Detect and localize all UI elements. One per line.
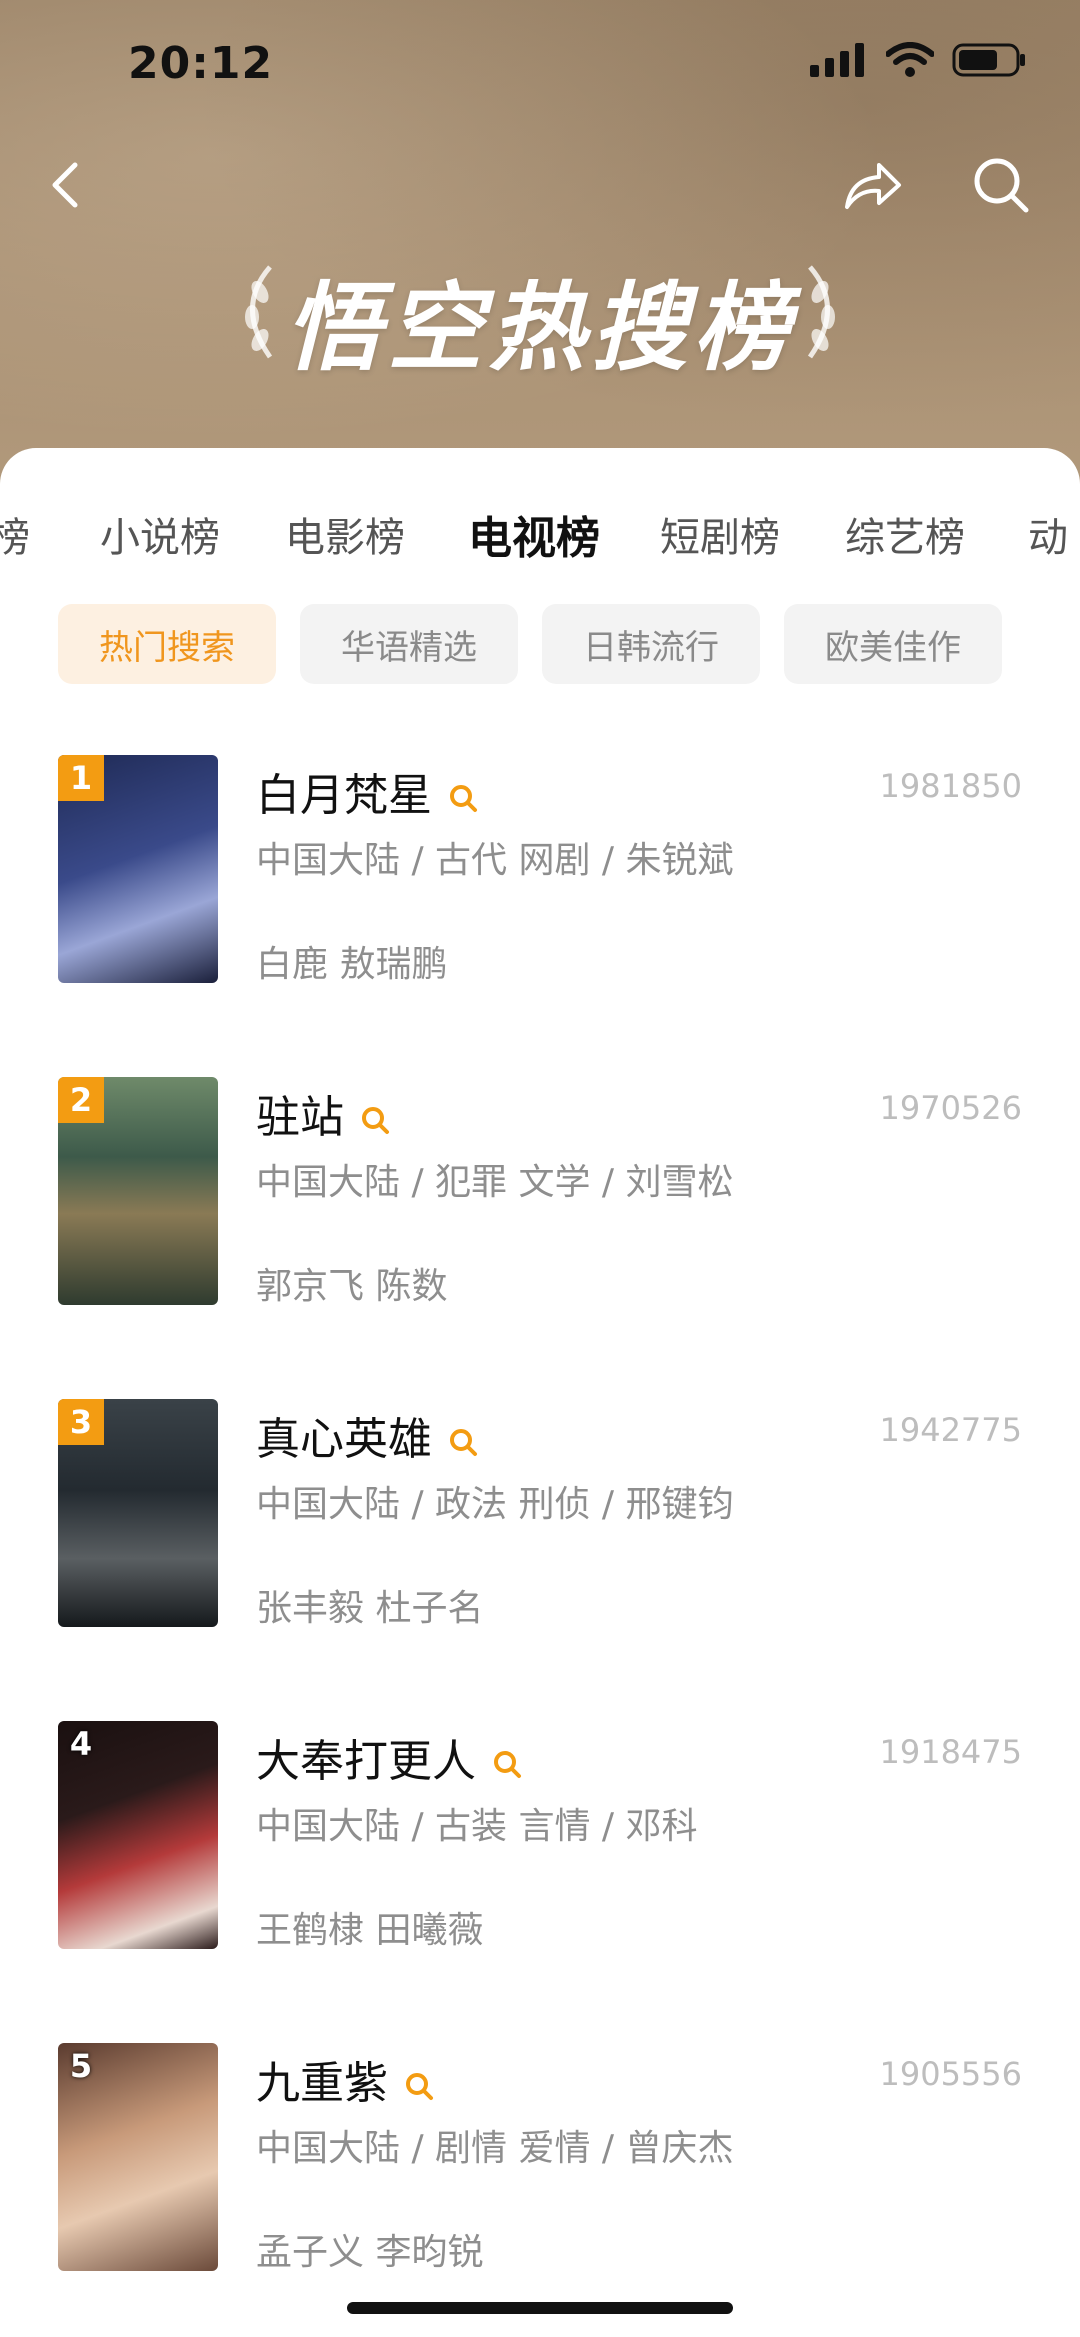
back-icon xyxy=(52,162,78,208)
item-meta: 中国大陆 / 剧情 爱情 / 曾庆杰 xyxy=(256,2128,734,2169)
item-cast: 郭京飞 陈数 xyxy=(256,1266,448,1307)
status-icons xyxy=(810,42,1028,78)
search-icon xyxy=(362,1107,389,1134)
item-cast: 白鹿 敖瑞鹏 xyxy=(256,944,448,985)
home-indicator[interactable] xyxy=(347,2302,733,2314)
item-title: 白月梵星 xyxy=(256,759,478,823)
tab-partial-left[interactable]: 榜 xyxy=(0,505,30,563)
tab-short-drama[interactable]: 短剧榜 xyxy=(660,505,780,563)
item-title: 九重紫 xyxy=(256,2047,434,2111)
battery-icon xyxy=(952,43,1025,77)
item-cast: 王鹤棣 田曦薇 xyxy=(256,1910,484,1951)
list-item[interactable]: 5 九重紫 1905556 中国大陆 / 剧情 爱情 / 曾庆杰 孟子义 李昀锐 xyxy=(0,2043,1080,2303)
chip-hot-search[interactable]: 热门搜索 xyxy=(58,604,276,684)
list-item[interactable]: 4 大奉打更人 1918475 中国大陆 / 古装 言情 / 邓科 王鹤棣 田曦… xyxy=(0,1721,1080,1981)
item-title: 真心英雄 xyxy=(256,1403,478,1467)
hot-score: 1942775 xyxy=(879,1411,1022,1449)
chip-chinese[interactable]: 华语精选 xyxy=(300,604,518,684)
tab-partial-right[interactable]: 动 xyxy=(1028,505,1068,563)
item-meta: 中国大陆 / 犯罪 文学 / 刘雪松 xyxy=(256,1162,734,1203)
wifi-icon xyxy=(886,42,934,77)
back-button[interactable] xyxy=(30,150,100,220)
search-button[interactable] xyxy=(966,150,1036,220)
poster-image: 3 xyxy=(58,1399,218,1627)
rank-badge: 1 xyxy=(58,755,104,801)
hot-score: 1905556 xyxy=(879,2055,1022,2093)
hot-score: 1981850 xyxy=(879,767,1022,805)
page-title: 悟空热搜榜 xyxy=(285,272,795,384)
list-item[interactable]: 1 白月梵星 1981850 中国大陆 / 古代 网剧 / 朱锐斌 白鹿 敖瑞鹏 xyxy=(0,755,1080,1015)
tab-novel[interactable]: 小说榜 xyxy=(100,505,220,563)
list-item[interactable]: 2 驻站 1970526 中国大陆 / 犯罪 文学 / 刘雪松 郭京飞 陈数 xyxy=(0,1077,1080,1337)
tab-variety[interactable]: 综艺榜 xyxy=(845,505,965,563)
item-cast: 孟子义 李昀锐 xyxy=(256,2232,484,2273)
rank-badge: 4 xyxy=(69,1725,93,1763)
tab-movie[interactable]: 电影榜 xyxy=(285,505,405,563)
chip-jpkr[interactable]: 日韩流行 xyxy=(542,604,760,684)
rank-badge: 2 xyxy=(58,1077,104,1123)
search-icon xyxy=(450,785,477,812)
hot-score: 1970526 xyxy=(879,1089,1022,1127)
header-banner: 20:12 悟空热搜榜 xyxy=(0,0,1080,520)
list-item[interactable]: 3 真心英雄 1942775 中国大陆 / 政法 刑侦 / 邢键钧 张丰毅 杜子… xyxy=(0,1399,1080,1659)
poster-image: 4 xyxy=(58,1721,218,1949)
item-title: 驻站 xyxy=(256,1081,390,1145)
search-icon xyxy=(494,1751,521,1778)
search-icon xyxy=(406,2073,433,2100)
category-tabs: 榜 小说榜 电影榜 电视榜 短剧榜 综艺榜 动 xyxy=(0,505,1080,565)
poster-image: 1 xyxy=(58,755,218,983)
chip-western[interactable]: 欧美佳作 xyxy=(784,604,1002,684)
share-icon xyxy=(845,163,901,209)
item-title: 大奉打更人 xyxy=(256,1725,522,1789)
rank-badge: 3 xyxy=(58,1399,104,1445)
rank-badge: 5 xyxy=(69,2047,93,2085)
laurel-right-icon xyxy=(807,265,835,359)
hot-score: 1918475 xyxy=(879,1733,1022,1771)
poster-image: 5 xyxy=(58,2043,218,2271)
item-meta: 中国大陆 / 古代 网剧 / 朱锐斌 xyxy=(256,840,734,881)
search-icon xyxy=(450,1429,477,1456)
status-time: 20:12 xyxy=(128,38,274,89)
filter-chips: 热门搜索 华语精选 日韩流行 欧美佳作 xyxy=(58,604,1002,684)
item-meta: 中国大陆 / 政法 刑侦 / 邢键钧 xyxy=(256,1484,734,1525)
item-meta: 中国大陆 / 古装 言情 / 邓科 xyxy=(256,1806,698,1847)
item-cast: 张丰毅 杜子名 xyxy=(256,1588,484,1629)
signal-icon xyxy=(810,43,864,77)
search-icon xyxy=(974,158,1029,213)
poster-image: 2 xyxy=(58,1077,218,1305)
share-button[interactable] xyxy=(838,150,908,220)
tab-tv[interactable]: 电视榜 xyxy=(468,505,600,565)
